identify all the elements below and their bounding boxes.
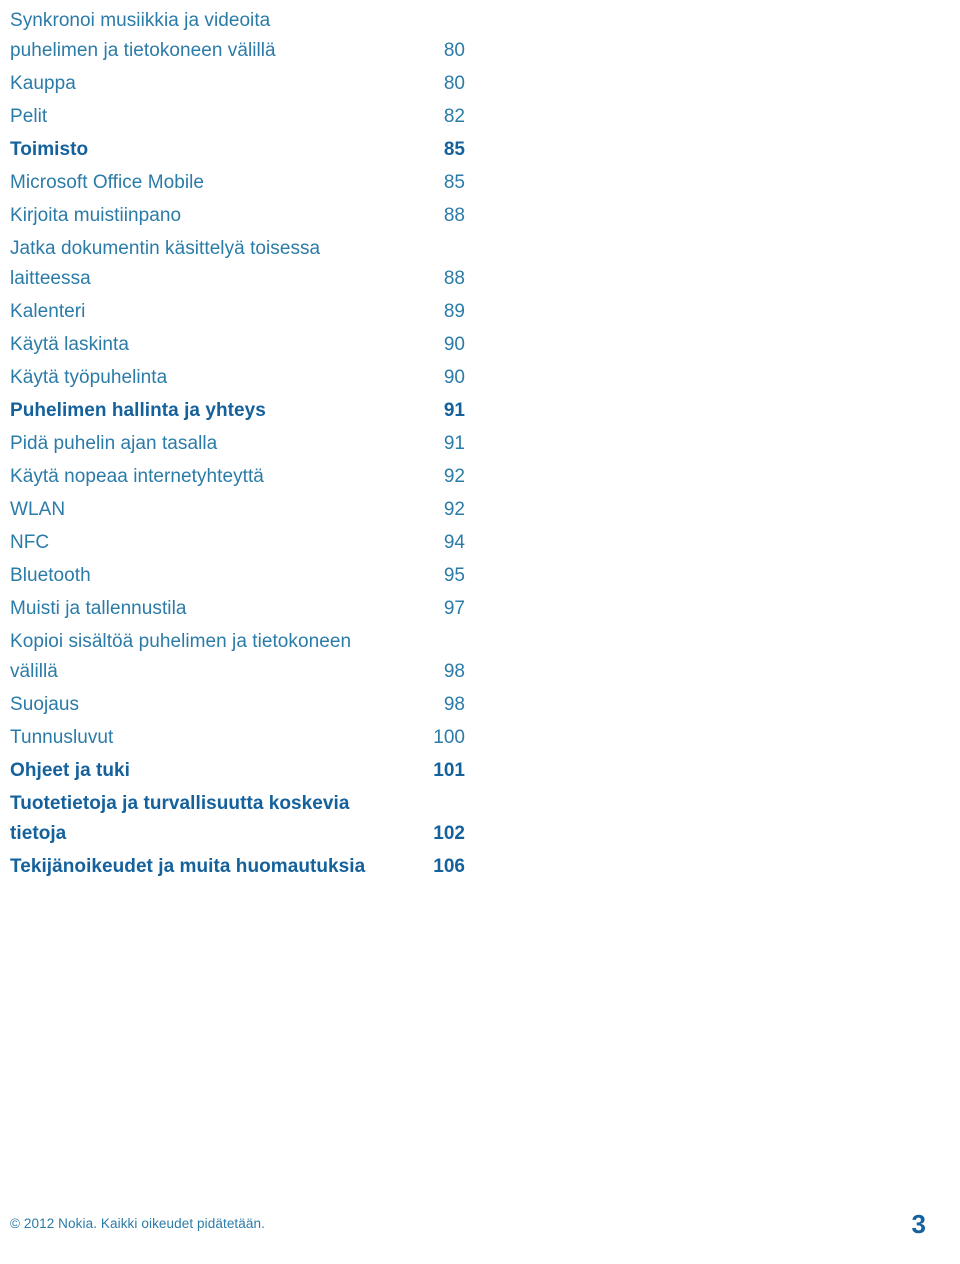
toc-entry-page-number: 90 bbox=[443, 334, 465, 355]
toc-entry-title: Kalenteri bbox=[10, 301, 86, 322]
toc-entry-page-number: 100 bbox=[433, 727, 465, 748]
toc-entry-page-number: 92 bbox=[443, 499, 465, 520]
toc-entry[interactable]: Käytä nopeaa internetyhteyttä 92 bbox=[10, 462, 465, 492]
table-of-contents: Synkronoi musiikkia ja videoita puhelime… bbox=[10, 6, 465, 885]
toc-entry-page-number: 82 bbox=[443, 106, 465, 127]
toc-entry[interactable]: Kopioi sisältöä puhelimen ja tietokoneen… bbox=[10, 627, 465, 687]
toc-entry-title: Tekijänoikeudet ja muita huomautuksia bbox=[10, 856, 366, 877]
toc-entry[interactable]: Pelit 82 bbox=[10, 102, 465, 132]
toc-entry[interactable]: Kalenteri 89 bbox=[10, 297, 465, 327]
toc-entry-page-number: 98 bbox=[443, 661, 465, 682]
toc-entry-title: Käytä työpuhelinta bbox=[10, 367, 168, 388]
toc-entry[interactable]: Jatka dokumentin käsittelyä toisessa lai… bbox=[10, 234, 465, 294]
toc-entry-title: Tunnusluvut bbox=[10, 727, 114, 748]
toc-entry[interactable]: Käytä työpuhelinta 90 bbox=[10, 363, 465, 393]
document-page: Synkronoi musiikkia ja videoita puhelime… bbox=[0, 0, 960, 1264]
toc-entry[interactable]: Tekijänoikeudet ja muita huomautuksia 106 bbox=[10, 852, 465, 882]
toc-entry[interactable]: Käytä laskinta 90 bbox=[10, 330, 465, 360]
toc-entry-page-number: 98 bbox=[443, 694, 465, 715]
toc-entry-title: Suojaus bbox=[10, 694, 80, 715]
toc-entry[interactable]: Puhelimen hallinta ja yhteys 91 bbox=[10, 396, 465, 426]
page-footer: © 2012 Nokia. Kaikki oikeudet pidätetään… bbox=[10, 1204, 936, 1244]
toc-entry-page-number: 91 bbox=[443, 433, 465, 454]
toc-entry[interactable]: Tuotetietoja ja turvallisuutta koskevia … bbox=[10, 789, 465, 849]
toc-entry-title: Ohjeet ja tuki bbox=[10, 760, 131, 781]
toc-entry[interactable]: Ohjeet ja tuki 101 bbox=[10, 756, 465, 786]
toc-entry[interactable]: Kirjoita muistiinpano 88 bbox=[10, 201, 465, 231]
toc-entry-title: WLAN bbox=[10, 499, 66, 520]
toc-entry[interactable]: Microsoft Office Mobile 85 bbox=[10, 168, 465, 198]
toc-entry-title: Kauppa bbox=[10, 73, 76, 94]
toc-entry[interactable]: Suojaus 98 bbox=[10, 690, 465, 720]
toc-entry-title: Pidä puhelin ajan tasalla bbox=[10, 433, 218, 454]
toc-entry-page-number: 88 bbox=[443, 268, 465, 289]
toc-entry-title: Muisti ja tallennustila bbox=[10, 598, 187, 619]
toc-entry-page-number: 85 bbox=[443, 172, 465, 193]
toc-entry-page-number: 106 bbox=[433, 856, 465, 877]
toc-entry[interactable]: Kauppa 80 bbox=[10, 69, 465, 99]
toc-entry-page-number: 101 bbox=[433, 760, 465, 781]
copyright-notice: © 2012 Nokia. Kaikki oikeudet pidätetään… bbox=[10, 1216, 265, 1231]
toc-entry-page-number: 102 bbox=[433, 823, 465, 844]
toc-entry-page-number: 95 bbox=[443, 565, 465, 586]
toc-entry-page-number: 97 bbox=[443, 598, 465, 619]
toc-entry-title: Bluetooth bbox=[10, 565, 91, 586]
toc-entry[interactable]: Tunnusluvut 100 bbox=[10, 723, 465, 753]
toc-entry[interactable]: WLAN 92 bbox=[10, 495, 465, 525]
toc-entry-page-number: 89 bbox=[443, 301, 465, 322]
toc-entry-title: Kopioi sisältöä puhelimen ja tietokoneen… bbox=[10, 631, 352, 682]
toc-entry-title: Kirjoita muistiinpano bbox=[10, 205, 182, 226]
toc-entry-page-number: 91 bbox=[443, 400, 465, 421]
toc-entry-title: NFC bbox=[10, 532, 50, 553]
toc-entry-page-number: 80 bbox=[443, 40, 465, 61]
toc-entry-page-number: 85 bbox=[443, 139, 465, 160]
toc-entry-page-number: 94 bbox=[443, 532, 465, 553]
toc-entry-title: Pelit bbox=[10, 106, 48, 127]
toc-entry-title: Microsoft Office Mobile bbox=[10, 172, 205, 193]
toc-entry-page-number: 88 bbox=[443, 205, 465, 226]
toc-entry[interactable]: Muisti ja tallennustila 97 bbox=[10, 594, 465, 624]
toc-entry-title: Puhelimen hallinta ja yhteys bbox=[10, 400, 266, 421]
toc-entry-title: Toimisto bbox=[10, 139, 89, 160]
page-number: 3 bbox=[911, 1209, 926, 1239]
toc-entry-title: Synkronoi musiikkia ja videoita puhelime… bbox=[10, 10, 276, 61]
toc-entry-title: Tuotetietoja ja turvallisuutta koskevia … bbox=[10, 793, 350, 844]
toc-entry[interactable]: NFC 94 bbox=[10, 528, 465, 558]
toc-entry[interactable]: Pidä puhelin ajan tasalla 91 bbox=[10, 429, 465, 459]
toc-entry-page-number: 92 bbox=[443, 466, 465, 487]
toc-entry-title: Käytä nopeaa internetyhteyttä bbox=[10, 466, 264, 487]
toc-entry-page-number: 80 bbox=[443, 73, 465, 94]
toc-entry[interactable]: Synkronoi musiikkia ja videoita puhelime… bbox=[10, 6, 465, 66]
toc-entry-title: Käytä laskinta bbox=[10, 334, 129, 355]
toc-entry[interactable]: Bluetooth 95 bbox=[10, 561, 465, 591]
toc-entry[interactable]: Toimisto 85 bbox=[10, 135, 465, 165]
toc-entry-title: Jatka dokumentin käsittelyä toisessa lai… bbox=[10, 238, 321, 289]
toc-entry-page-number: 90 bbox=[443, 367, 465, 388]
